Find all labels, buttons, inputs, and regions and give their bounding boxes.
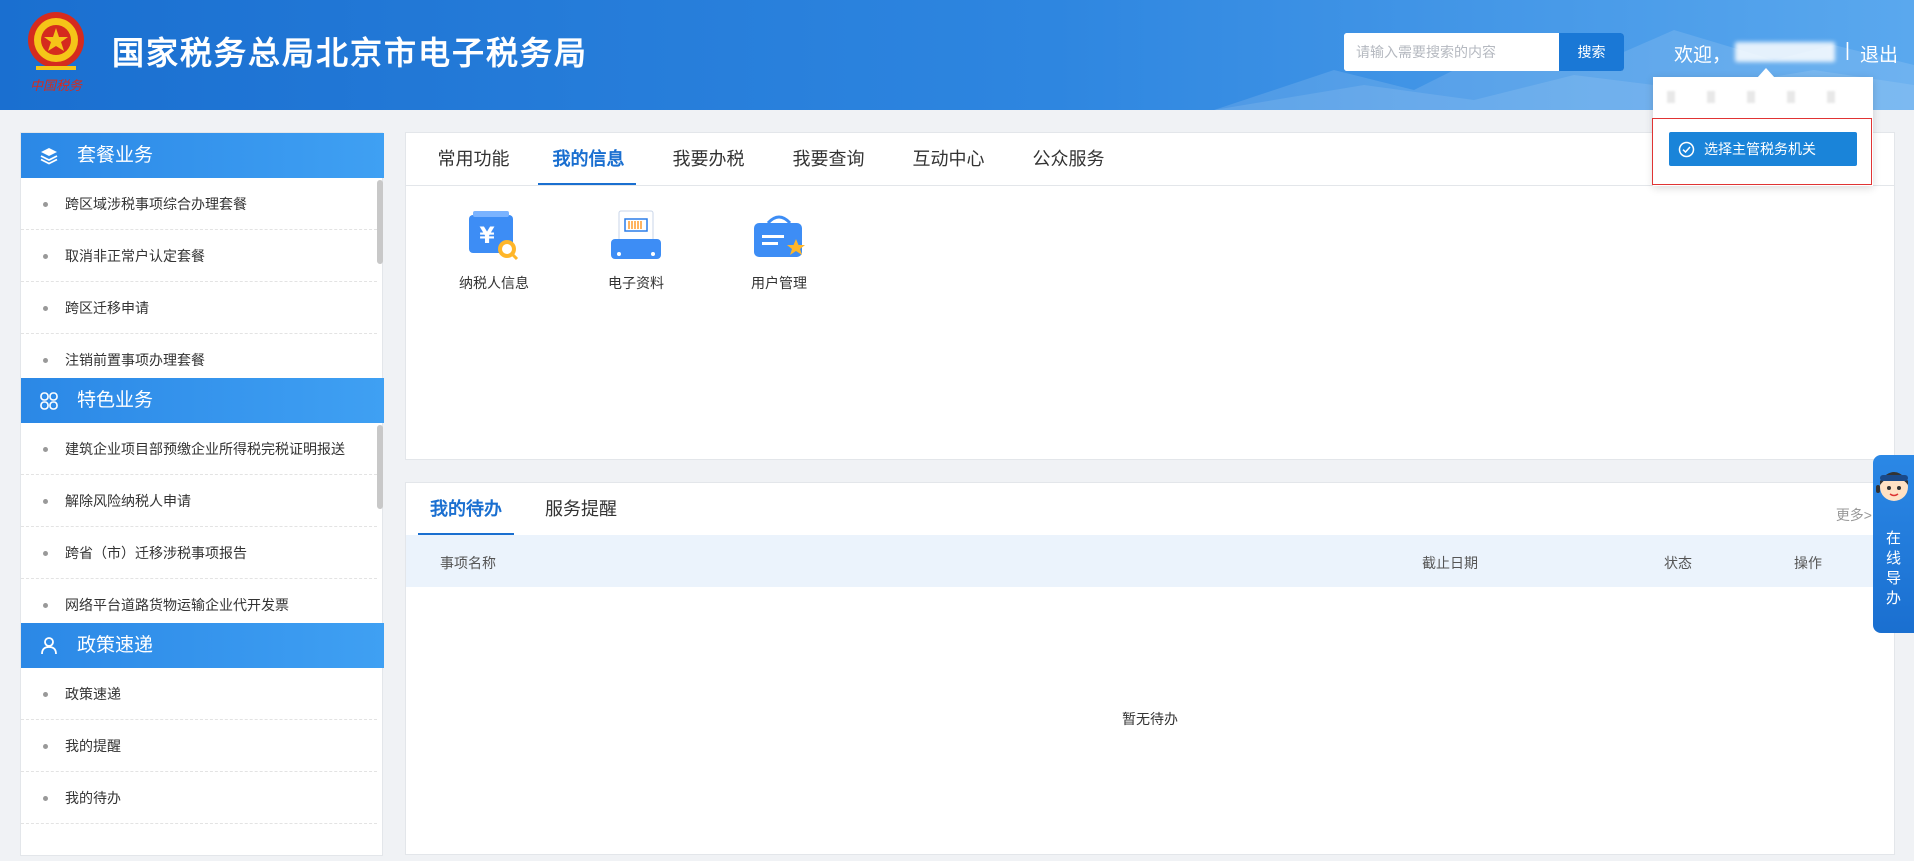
tab-service-reminder[interactable]: 服务提醒 (531, 483, 631, 535)
grid-icon (40, 392, 58, 410)
sidebar-item-label: 政策速递 (65, 686, 121, 702)
sidebar-item-label: 跨区域涉税事项综合办理套餐 (65, 196, 247, 212)
bullet (43, 551, 48, 556)
online-guide-widget[interactable]: 在线导办 (1873, 455, 1914, 633)
column-header: 状态 (1664, 555, 1692, 571)
sidebar-item-label: 建筑企业项目部预缴企业所得税完税证明报送 (65, 441, 345, 457)
tab-tax-handling[interactable]: 我要办税 (651, 133, 766, 185)
function-label: 用户管理 (751, 275, 807, 291)
electronic-docs-icon (611, 210, 661, 259)
sidebar-item[interactable]: 我的提醒 (21, 720, 377, 772)
bullet (43, 692, 48, 697)
user-management-icon (754, 215, 805, 257)
online-guide-text: 在线导办 (1873, 529, 1914, 609)
sidebar-item[interactable]: 取消非正常户认定套餐 (21, 230, 377, 282)
header-separator: | (1845, 40, 1850, 61)
sidebar-item-label: 我的提醒 (65, 738, 121, 754)
sidebar-item[interactable]: 跨省（市）迁移涉税事项报告 (21, 527, 377, 579)
bullet (43, 744, 48, 749)
todo-tabbar: 我的待办 服务提醒 更多> (406, 483, 1894, 535)
sidebar-section-title: 政策速递 (77, 635, 154, 656)
tab-common-functions[interactable]: 常用功能 (416, 133, 531, 185)
svg-text:中国税务: 中国税务 (30, 79, 83, 94)
column-header: 截止日期 (1422, 555, 1478, 571)
function-label: 电子资料 (608, 275, 664, 291)
column-header: 事项名称 (440, 555, 496, 571)
search-button[interactable]: 搜索 (1558, 33, 1624, 71)
sidebar-item-label: 解除风险纳税人申请 (65, 493, 191, 509)
function-label: 纳税人信息 (459, 275, 529, 291)
welcome-text: 欢迎， (1674, 45, 1732, 66)
sidebar-item-label: 跨省（市）迁移涉税事项报告 (65, 545, 247, 561)
sidebar-item-label: 取消非正常户认定套餐 (65, 248, 205, 264)
site-title: 国家税务总局北京市电子税务局 (112, 35, 589, 71)
sidebar-item-label: 我的待办 (65, 790, 121, 806)
select-tax-authority-label: 选择主管税务机关 (1704, 141, 1816, 157)
tab-interaction-center[interactable]: 互动中心 (891, 133, 1006, 185)
sidebar-item[interactable]: 网络平台道路货物运输企业代开发票 (21, 579, 377, 623)
dropdown-arrow (1757, 68, 1775, 78)
tab-query[interactable]: 我要查询 (771, 133, 886, 185)
bullet (43, 306, 48, 311)
search-box: 搜索 (1344, 33, 1624, 71)
online-guide-char: 在 (1885, 530, 1901, 547)
online-guide-label: 在线导办 (1873, 529, 1914, 609)
function-user-management[interactable]: 用户管理 (724, 209, 834, 293)
online-guide-char: 线 (1885, 550, 1901, 567)
user-icon (41, 637, 57, 655)
site-header: 中国税务 国家税务总局北京市电子税务局 搜索 欢迎， | 退出 (0, 0, 1914, 110)
sidebar-scrollbar[interactable] (377, 180, 383, 264)
sidebar-scrollbar[interactable] (377, 425, 383, 509)
active-tab-indicator (538, 183, 636, 185)
tab-public-services[interactable]: 公众服务 (1011, 133, 1126, 185)
sidebar-item[interactable]: 注销前置事项办理套餐 (21, 334, 377, 378)
sidebar-section-featured[interactable]: 特色业务 (21, 378, 384, 423)
more-link[interactable]: 更多> (1836, 505, 1872, 525)
online-guide-char: 办 (1885, 590, 1901, 607)
sidebar-item[interactable]: 跨区域涉税事项综合办理套餐 (21, 178, 377, 230)
sidebar: 套餐业务 跨区域涉税事项综合办理套餐 取消非正常户认定套餐 跨区迁移申请 注销前… (20, 132, 384, 856)
dropdown-redacted-info (1667, 91, 1857, 103)
sidebar-section-title: 特色业务 (77, 390, 154, 411)
select-tax-authority-button[interactable]: 选择主管税务机关 (1669, 132, 1857, 166)
sidebar-section-policy[interactable]: 政策速递 (21, 623, 384, 668)
tab-my-info[interactable]: 我的信息 (536, 133, 641, 185)
sidebar-section-title: 套餐业务 (77, 145, 154, 166)
layers-icon (40, 148, 58, 165)
todo-panel: 我的待办 服务提醒 更多> 事项名称 截止日期 状态 操作 暂无待办 (405, 482, 1895, 855)
sidebar-item[interactable]: 我的待办 (21, 772, 377, 824)
search-input[interactable] (1344, 33, 1559, 71)
sidebar-item[interactable]: 跨区迁移申请 (21, 282, 377, 334)
sidebar-item[interactable]: 政策速递 (21, 668, 377, 720)
logout-link[interactable]: 退出 (1860, 40, 1898, 67)
sidebar-item[interactable]: 解除风险纳税人申请 (21, 475, 377, 527)
function-taxpayer-info[interactable]: ¥ 纳税人信息 (439, 209, 549, 293)
assistant-avatar-icon (1876, 472, 1908, 501)
bullet (43, 447, 48, 452)
bullet (43, 358, 48, 363)
bullet (43, 796, 48, 801)
column-header: 操作 (1794, 555, 1822, 571)
tab-my-todo[interactable]: 我的待办 (416, 483, 516, 535)
tax-emblem-logo: 中国税务 (28, 12, 84, 94)
sidebar-item[interactable]: 建筑企业项目部预缴企业所得税完税证明报送 (21, 423, 377, 475)
empty-state-text: 暂无待办 (1122, 711, 1178, 727)
username-redacted[interactable] (1735, 42, 1835, 62)
bullet (43, 202, 48, 207)
check-circle-icon (1678, 141, 1695, 158)
sidebar-item-label: 跨区迁移申请 (65, 300, 149, 316)
svg-text:¥: ¥ (479, 224, 495, 249)
todo-table-header: 事项名称 截止日期 状态 操作 (406, 535, 1894, 587)
bullet (43, 603, 48, 608)
online-guide-char: 导 (1885, 570, 1901, 587)
taxpayer-info-icon: ¥ (469, 211, 519, 261)
bullet (43, 254, 48, 259)
bullet (43, 499, 48, 504)
sidebar-section-package[interactable]: 套餐业务 (21, 133, 384, 178)
function-electronic-docs[interactable]: 电子资料 (581, 209, 691, 293)
